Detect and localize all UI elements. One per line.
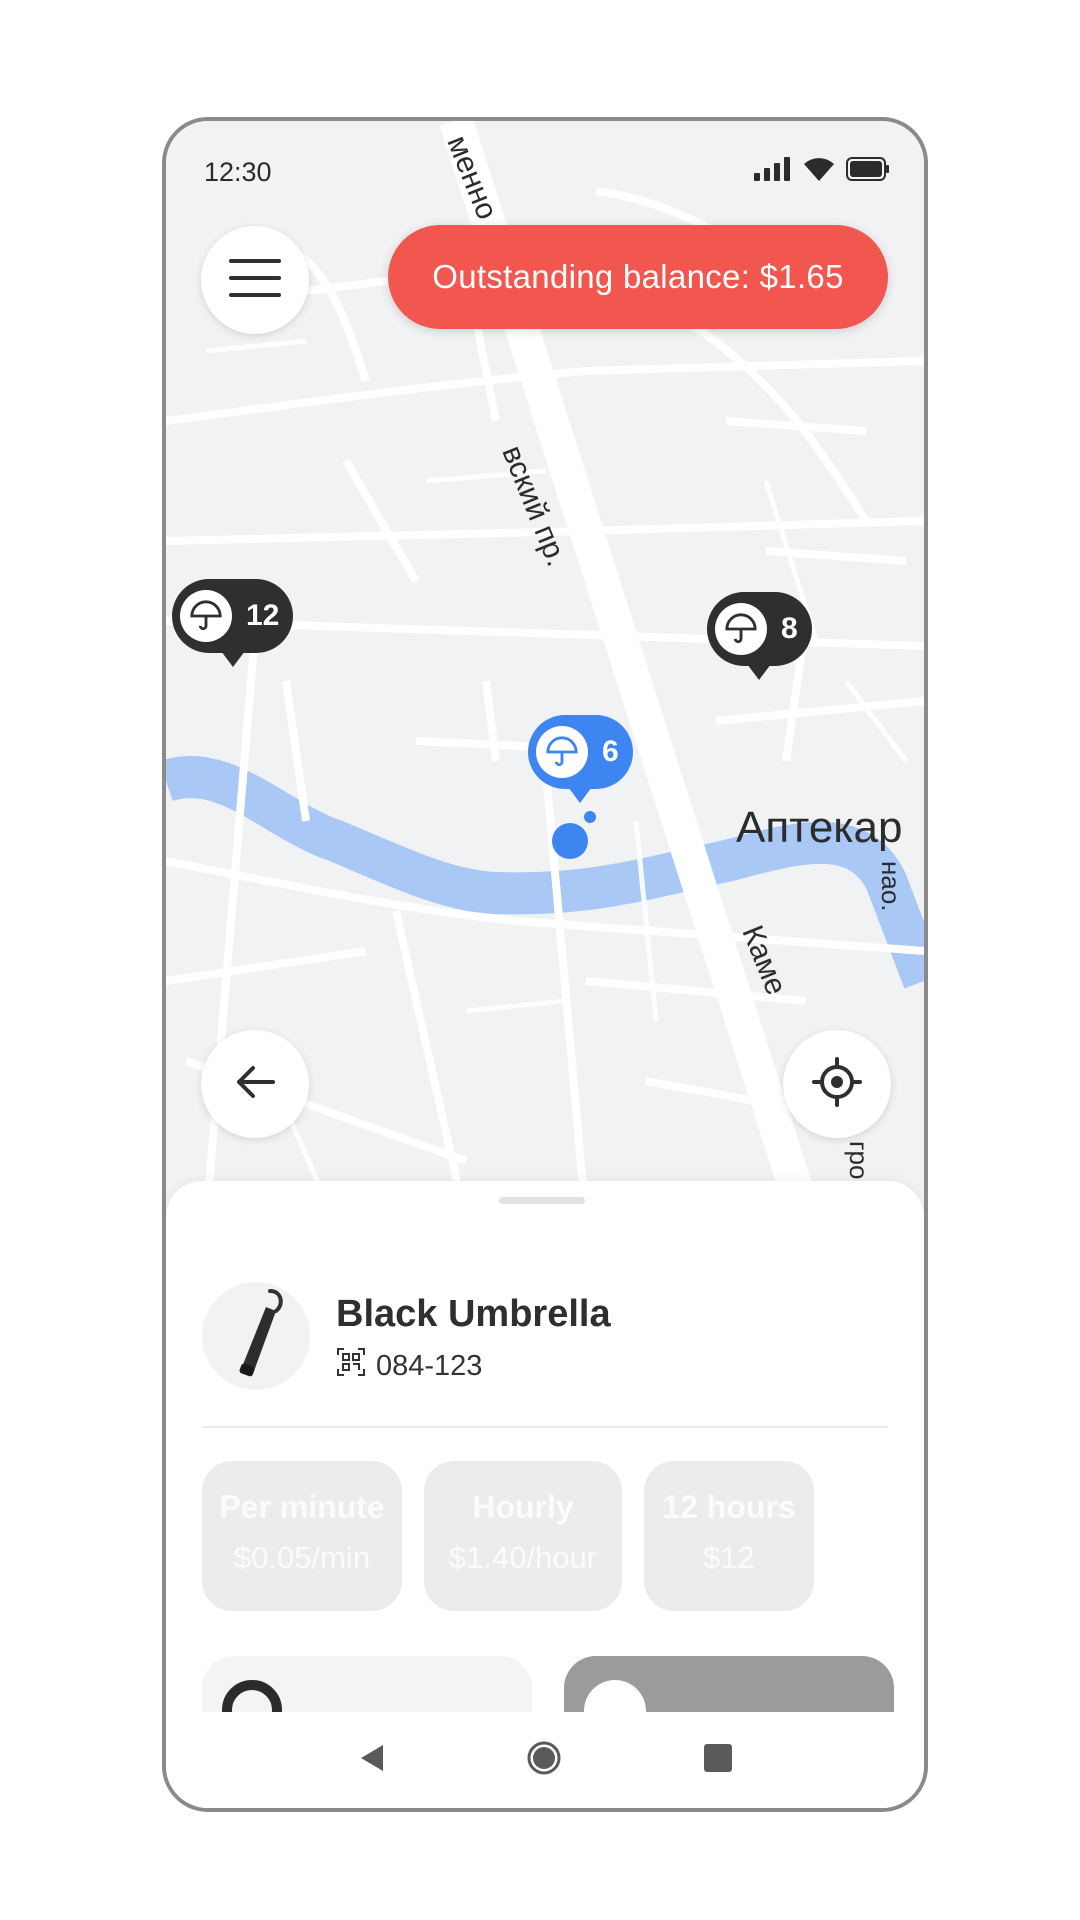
street-label: нао. bbox=[876, 861, 906, 912]
nav-back-icon[interactable] bbox=[357, 1743, 385, 1778]
tariff-price: $12 bbox=[703, 1540, 755, 1575]
tariff-option[interactable]: Hourly $1.40/hour bbox=[424, 1461, 622, 1611]
umbrella-station-pin[interactable]: 8 bbox=[707, 592, 812, 680]
location-heading-dot bbox=[584, 811, 596, 823]
item-code: 084-123 bbox=[336, 1347, 482, 1385]
outstanding-balance-badge[interactable]: Outstanding balance: $1.65 bbox=[388, 225, 888, 329]
pin-count: 8 bbox=[781, 612, 798, 645]
item-avatar bbox=[202, 1282, 310, 1390]
tariff-title: 12 hours bbox=[662, 1489, 796, 1525]
action-icon bbox=[584, 1680, 646, 1712]
tariff-title: Hourly bbox=[472, 1489, 574, 1525]
divider bbox=[202, 1426, 888, 1428]
status-bar: 12:30 bbox=[166, 121, 924, 187]
tariff-option[interactable]: Per minute $0.05/min bbox=[202, 1461, 402, 1611]
tariff-title: Per minute bbox=[219, 1489, 385, 1525]
back-button[interactable] bbox=[201, 1030, 309, 1138]
signal-icon bbox=[754, 157, 792, 186]
umbrella-icon bbox=[536, 726, 588, 778]
street-label: Аптекар bbox=[736, 803, 903, 852]
sheet-drag-handle[interactable] bbox=[499, 1197, 585, 1204]
menu-button[interactable] bbox=[201, 226, 309, 334]
qr-code-icon bbox=[336, 1347, 366, 1385]
android-nav-bar bbox=[166, 1712, 924, 1808]
wifi-icon bbox=[804, 157, 834, 186]
back-arrow-icon bbox=[235, 1065, 275, 1104]
map-view[interactable]: Аптекар Каме вский пр. менно нао. гро 12… bbox=[166, 121, 924, 1227]
street-label: гро bbox=[844, 1141, 874, 1180]
tariff-price: $0.05/min bbox=[233, 1540, 371, 1575]
user-location-dot bbox=[552, 823, 588, 859]
locate-icon bbox=[812, 1056, 862, 1112]
tariff-option[interactable]: 12 hours $12 bbox=[644, 1461, 814, 1611]
nav-recent-icon[interactable] bbox=[703, 1743, 733, 1778]
action-buttons bbox=[202, 1656, 924, 1712]
umbrella-icon bbox=[226, 1288, 286, 1384]
primary-action-button[interactable] bbox=[564, 1656, 894, 1712]
selected-station-pin[interactable]: 6 bbox=[528, 715, 633, 803]
item-code-text: 084-123 bbox=[376, 1349, 483, 1382]
status-time: 12:30 bbox=[204, 157, 272, 187]
pin-count: 12 bbox=[246, 599, 280, 632]
battery-icon bbox=[846, 157, 890, 186]
phone-frame: Аптекар Каме вский пр. менно нао. гро 12… bbox=[162, 117, 928, 1812]
umbrella-icon bbox=[715, 603, 767, 655]
my-location-button[interactable] bbox=[783, 1030, 891, 1138]
action-icon bbox=[222, 1680, 282, 1712]
pin-count: 6 bbox=[602, 735, 619, 768]
bottom-sheet[interactable]: Black Umbrella 084-123 Per minute $0.05/… bbox=[166, 1181, 924, 1808]
umbrella-station-pin[interactable]: 12 bbox=[172, 579, 294, 667]
menu-icon bbox=[229, 258, 281, 302]
tariff-list[interactable]: Per minute $0.05/min Hourly $1.40/hour 1… bbox=[202, 1461, 924, 1611]
tariff-price: $1.40/hour bbox=[448, 1540, 598, 1575]
item-name: Black Umbrella bbox=[336, 1293, 611, 1335]
umbrella-icon bbox=[180, 590, 232, 642]
secondary-action-button[interactable] bbox=[202, 1656, 532, 1712]
nav-home-icon[interactable] bbox=[527, 1741, 561, 1780]
